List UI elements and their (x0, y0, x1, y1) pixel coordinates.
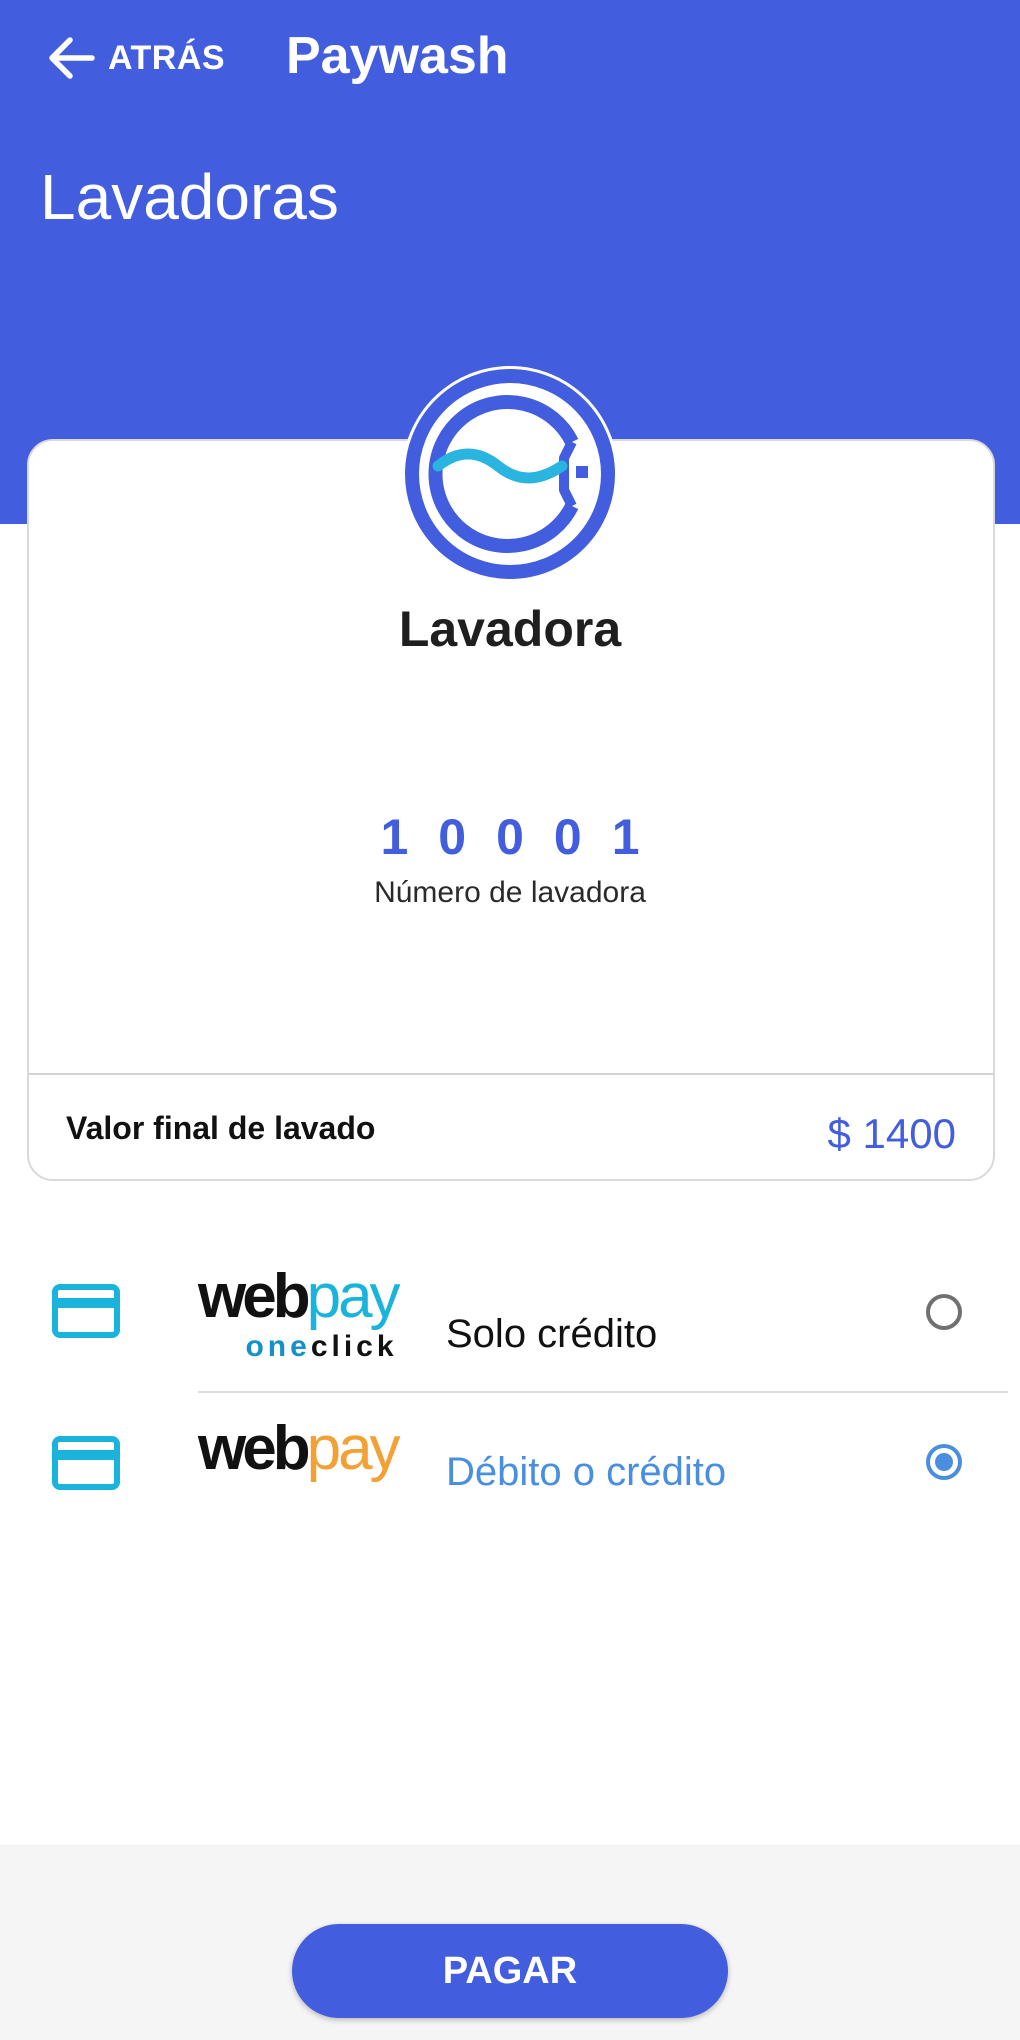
radio-unselected[interactable] (924, 1292, 964, 1332)
payment-option-label: Débito o crédito (446, 1450, 727, 1494)
app-title: Paywash (286, 27, 509, 85)
back-label: ATRÁS (108, 38, 226, 77)
radio-selected[interactable] (924, 1442, 964, 1482)
credit-card-icon (52, 1436, 120, 1490)
machine-number: 10001 (380, 809, 670, 865)
webpay-logo: webpay (198, 1418, 401, 1480)
logo-pay-text: pay (306, 1414, 401, 1483)
logo-one-text: one (245, 1330, 311, 1363)
webpay-oneclick-logo: webpay oneclick (198, 1266, 401, 1364)
card-divider (29, 1073, 993, 1075)
washing-machine-icon (402, 366, 618, 582)
logo-pay-text: pay (306, 1262, 401, 1331)
machine-number-label: Número de lavadora (374, 876, 646, 909)
credit-card-icon (52, 1284, 120, 1338)
page-title: Lavadoras (40, 161, 339, 233)
pay-button[interactable]: PAGAR (292, 1924, 728, 2018)
logo-web-text: web (198, 1414, 311, 1483)
arrow-left-icon (49, 37, 95, 79)
payment-option-label: Solo crédito (446, 1312, 658, 1356)
back-button[interactable]: ATRÁS (46, 28, 225, 88)
payment-option-webpay[interactable]: webpay Débito o crédito (0, 1400, 1020, 1540)
payment-option-oneclick[interactable]: webpay oneclick Solo crédito (0, 1250, 1020, 1390)
price-value: $ 1400 (827, 1110, 956, 1157)
price-label: Valor final de lavado (66, 1110, 376, 1146)
logo-web-text: web (198, 1262, 311, 1331)
logo-click-text: click (310, 1330, 398, 1363)
options-divider (198, 1391, 1008, 1393)
machine-type: Lavadora (398, 601, 622, 657)
